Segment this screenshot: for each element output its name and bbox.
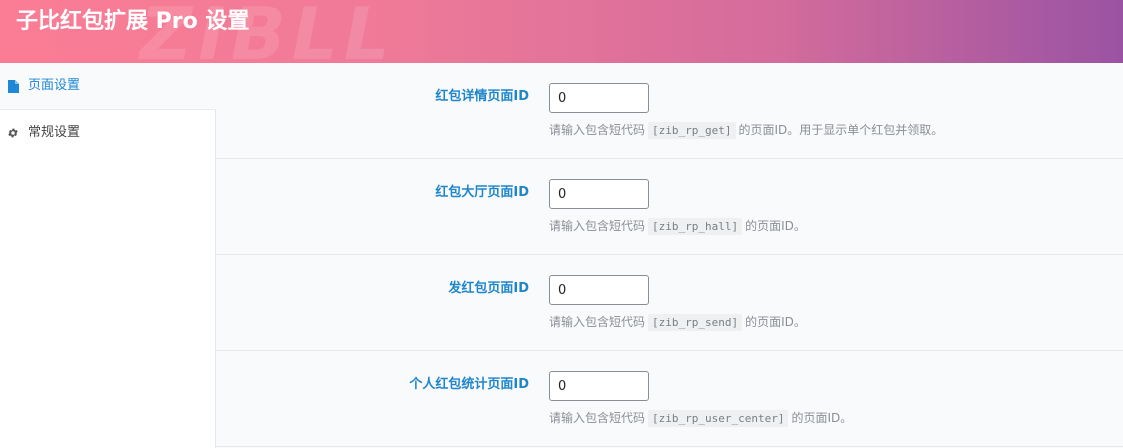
field-description: 请输入包含短代码 [zib_rp_hall] 的页面ID。 [549,216,806,236]
rp-send-page-id-input[interactable] [549,275,649,305]
field-rp-user-center-page: 个人红包统计页面ID 请输入包含短代码[zib_rp_user_center]的… [216,351,1123,447]
sidebar-item-page-settings[interactable]: 页面设置 [0,63,216,110]
shortcode: [zib_rp_get] [648,122,736,139]
field-rp-hall-page: 红包大厅页面ID 请输入包含短代码[zib_rp_hall]的页面ID。 [216,159,1123,255]
field-description: 请输入包含短代码 [zib_rp_get] 的页面ID。用于显示单个红包并领取。 [549,120,943,140]
sidebar-item-general-settings[interactable]: 常规设置 [0,110,215,157]
desc-text: 的页面ID。用于显示单个红包并领取。 [738,123,944,137]
desc-text: 的页面ID。 [791,411,853,425]
shortcode: [zib_rp_send] [648,314,743,331]
field-description: 请输入包含短代码 [zib_rp_send] 的页面ID。 [549,312,806,332]
page-title: 子比红包扩展 Pro 设置 [16,9,250,34]
desc-text: 的页面ID。 [745,219,806,233]
field-rp-detail-page: 红包详情页面ID 请输入包含短代码[zib_rp_get]的页面ID。用于显示单… [216,63,1123,159]
rp-detail-page-id-input[interactable] [549,83,649,113]
rp-hall-page-id-input[interactable] [549,179,649,209]
desc-text: 请输入包含短代码 [549,219,646,233]
settings-form: 红包详情页面ID 请输入包含短代码[zib_rp_get]的页面ID。用于显示单… [216,63,1123,448]
field-description: 请输入包含短代码 [zib_rp_user_center] 的页面ID。 [549,408,852,428]
desc-text: 请输入包含短代码 [549,123,646,137]
desc-text: 的页面ID。 [745,315,806,329]
rp-user-center-page-id-input[interactable] [549,371,649,401]
field-label: 发红包页面ID [448,281,529,296]
sidebar: 页面设置 常规设置 [0,63,216,448]
field-label: 红包详情页面ID [435,89,529,104]
field-rp-send-page: 发红包页面ID 请输入包含短代码[zib_rp_send]的页面ID。 [216,255,1123,351]
settings-page: ZIBLL 子比红包扩展 Pro 设置 页面设置 常规设置 红包详情页面ID 0… [0,0,1123,448]
gear-icon [6,110,20,156]
page-header: ZIBLL 子比红包扩展 Pro 设置 [0,0,1123,63]
file-icon [6,63,20,109]
desc-text: 请输入包含短代码 [549,411,646,425]
field-label: 个人红包统计页面ID [409,377,529,392]
shortcode: [zib_rp_hall] [648,218,743,235]
shortcode: [zib_rp_user_center] [648,410,789,427]
sidebar-item-label: 页面设置 [28,78,81,93]
field-label: 红包大厅页面ID [435,185,529,200]
sidebar-item-label: 常规设置 [28,125,81,140]
desc-text: 请输入包含短代码 [549,315,646,329]
